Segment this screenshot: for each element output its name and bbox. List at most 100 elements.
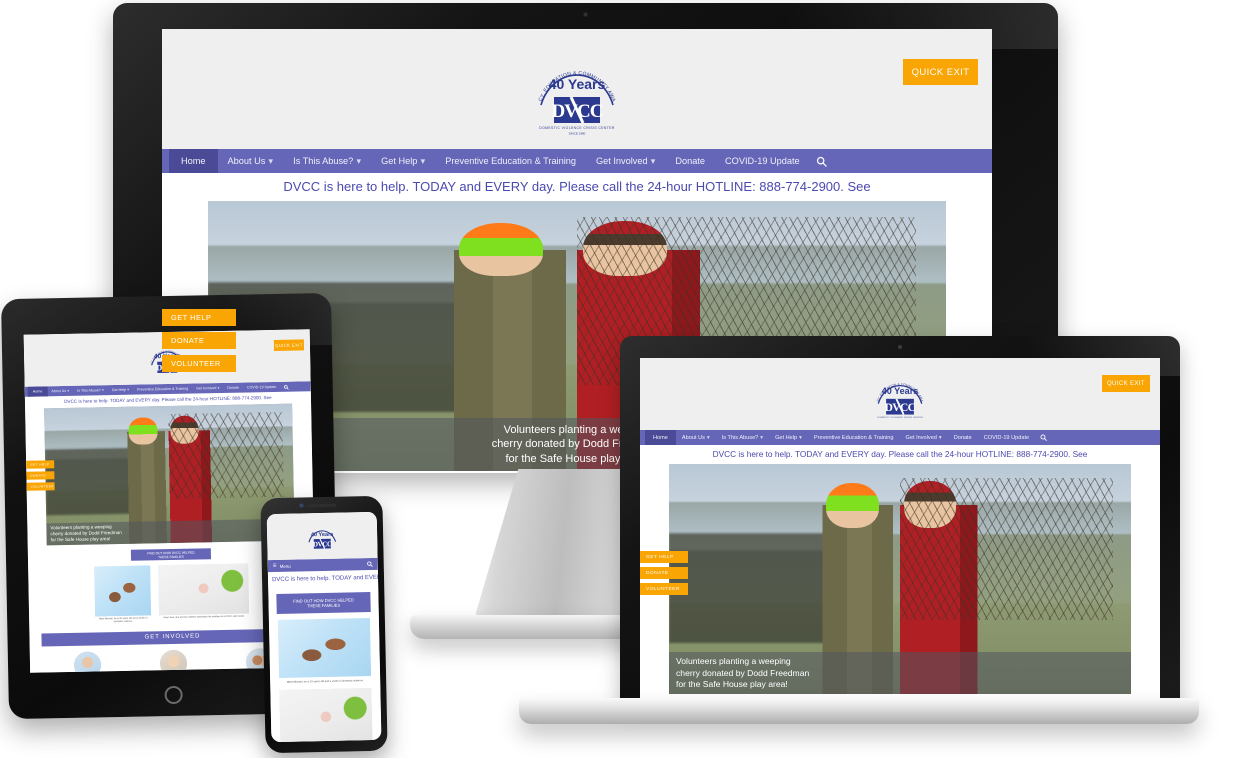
- cta-donate-button[interactable]: DONATE: [162, 332, 236, 349]
- cta-volunteer-button[interactable]: VOLUNTEER: [26, 482, 55, 491]
- chevron-down-icon: ▾: [356, 155, 362, 166]
- hotline-alert-banner[interactable]: DVCC is here to help. TODAY and EVERY da…: [640, 445, 1160, 464]
- svg-text:40 Years: 40 Years: [549, 76, 606, 92]
- website-laptop: ADVOCACY, EDUCATION & COMMUNITY AWARENES…: [640, 358, 1160, 702]
- nav-item-home[interactable]: Home: [169, 149, 218, 173]
- mobile-menu-label: Menu: [279, 563, 291, 569]
- cta-volunteer-button[interactable]: VOLUNTEER: [162, 355, 236, 372]
- quick-exit-button[interactable]: QUICK EXIT: [273, 339, 305, 351]
- chevron-down-icon: ▾: [268, 155, 274, 166]
- nav-item-covid-19-update[interactable]: COVID-19 Update: [243, 382, 280, 393]
- cta-donate-button[interactable]: DONATE: [26, 471, 55, 480]
- volunteer-photo-image: [73, 651, 101, 673]
- family-story-card[interactable]: Meet Michael, he is 10 years old and a v…: [94, 565, 152, 626]
- svg-text:DOMESTIC VIOLENCE CRISIS CENTE: DOMESTIC VIOLENCE CRISIS CENTER: [539, 126, 615, 130]
- nav-item-donate[interactable]: Donate: [948, 430, 978, 445]
- family-photo: [158, 563, 250, 616]
- nav-label: Get Involved: [196, 386, 217, 391]
- nav-item-donate[interactable]: Donate: [665, 149, 715, 173]
- cta-get-help-button[interactable]: GET HELP: [640, 551, 688, 563]
- hero-photo: Volunteers planting a weeping cherry don…: [44, 403, 295, 546]
- nav-item-covid-19-update[interactable]: COVID-19 Update: [715, 149, 810, 173]
- nav-item-is-this-abuse[interactable]: Is This Abuse? ▾: [716, 430, 769, 445]
- chevron-down-icon: ▾: [217, 386, 220, 391]
- nav-item-home[interactable]: Home: [27, 386, 48, 397]
- nav-label: Is This Abuse?: [721, 434, 759, 441]
- nav-item-home[interactable]: Home: [645, 430, 676, 445]
- nav-label: Donate: [675, 156, 706, 166]
- cta-button-stack: GET HELP DONATE VOLUNTEER: [162, 309, 236, 372]
- site-logo[interactable]: ADVOCACY, EDUCATION & COMMUNITY AWARENES…: [531, 41, 623, 137]
- cta-donate-button[interactable]: DONATE: [640, 567, 688, 579]
- nav-item-get-involved[interactable]: Get Involved ▾: [900, 430, 948, 445]
- cta-volunteer-button[interactable]: VOLUNTEER: [640, 583, 688, 595]
- get-involved-column-volunteer[interactable]: VOLUNTEER Volunteers are an integral par…: [59, 651, 116, 673]
- front-camera-icon: [299, 503, 304, 508]
- families-banner-line-2: THESE FAMILIES: [306, 602, 341, 609]
- nav-label: COVID-19 Update: [246, 384, 277, 390]
- nav-label: Get Involved: [595, 156, 648, 166]
- nav-item-about-us[interactable]: About Us ▾: [47, 386, 73, 396]
- site-logo[interactable]: ADVOCACY, EDUCATION & COMMUNITY AWARENES…: [872, 365, 928, 423]
- nav-item-get-help[interactable]: Get Help ▾: [371, 149, 435, 173]
- volunteer-photo: [73, 651, 101, 673]
- quick-exit-button[interactable]: QUICK EXIT: [903, 59, 978, 85]
- nav-items: Home About Us ▾ Is This Abuse? ▾ Get Hel…: [169, 149, 834, 173]
- chevron-down-icon: ▾: [650, 155, 656, 166]
- search-icon[interactable]: [367, 561, 373, 567]
- nav-label: Preventive Education & Training: [445, 156, 576, 166]
- find-out-how-dvcc-helped-button[interactable]: FIND OUT HOW DVCC HELPED THESE FAMILIES: [130, 548, 212, 561]
- nav-label: Get Help: [381, 156, 418, 166]
- search-icon[interactable]: [280, 382, 292, 392]
- family-photo-image: [158, 563, 250, 616]
- nav-label: Donate: [953, 434, 972, 441]
- get-involved-column-events[interactable]: EVENTS To make the fullest use of our co…: [145, 649, 202, 673]
- site-logo[interactable]: 40 Years DVCC: [305, 518, 340, 555]
- mobile-menu-button[interactable]: ☰ Menu: [273, 563, 291, 569]
- svg-text:ADVOCACY, EDUCATION & COMMUNIT: ADVOCACY, EDUCATION & COMMUNITY AWARENES…: [531, 41, 617, 103]
- family-story-card[interactable]: Meet Jess, she and her children celebrat…: [279, 688, 373, 743]
- search-icon[interactable]: [1035, 430, 1051, 445]
- nav-item-is-this-abuse[interactable]: Is This Abuse? ▾: [73, 385, 108, 396]
- site-header: ADVOCACY, EDUCATION & COMMUNITY AWARENES…: [640, 358, 1160, 430]
- nav-item-is-this-abuse[interactable]: Is This Abuse? ▾: [283, 149, 371, 173]
- nav-item-get-involved[interactable]: Get Involved ▾: [586, 149, 665, 173]
- nav-label: About Us: [51, 388, 67, 394]
- family-story-card[interactable]: Meet Jess, she and her children celebrat…: [158, 563, 250, 626]
- hotline-alert-banner[interactable]: DVCC is here to help. TODAY and EVERY da…: [162, 173, 992, 201]
- nav-item-get-help[interactable]: Get Help ▾: [769, 430, 808, 445]
- cta-get-help-button[interactable]: GET HELP: [162, 309, 236, 326]
- nav-label: Home: [653, 434, 668, 441]
- families-banner-line-2: THESE FAMILIES: [157, 554, 184, 559]
- nav-item-covid-19-update[interactable]: COVID-19 Update: [978, 430, 1035, 445]
- events-photo-image: [159, 649, 187, 673]
- nav-item-get-help[interactable]: Get Help ▾: [108, 385, 133, 395]
- quick-exit-button[interactable]: QUICK EXIT: [1102, 375, 1150, 392]
- nav-item-donate[interactable]: Donate: [223, 383, 243, 393]
- cta-button-stack: GET HELP DONATE VOLUNTEER: [640, 551, 688, 595]
- nav-item-about-us[interactable]: About Us ▾: [218, 149, 284, 173]
- nav-item-preventive-education-training[interactable]: Preventive Education & Training: [808, 430, 900, 445]
- hero-caption: Volunteers planting a weeping cherry don…: [669, 652, 1131, 694]
- svg-text:SINCE 1980: SINCE 1980: [569, 132, 586, 136]
- nav-label: Is This Abuse?: [293, 156, 354, 166]
- website-mobile: 40 Years DVCC ☰ Menu DVCC is here to hel…: [266, 511, 382, 743]
- search-icon[interactable]: [810, 149, 834, 173]
- nav-item-about-us[interactable]: About Us ▾: [676, 430, 716, 445]
- svg-text:DOMESTIC VIOLENCE CRISIS CENTE: DOMESTIC VIOLENCE CRISIS CENTER: [877, 417, 923, 419]
- cta-get-help-button[interactable]: GET HELP: [26, 460, 55, 469]
- nav-item-preventive-education-training[interactable]: Preventive Education & Training: [435, 149, 586, 173]
- chevron-down-icon: ▾: [799, 434, 802, 441]
- find-out-how-dvcc-helped-button[interactable]: FIND OUT HOW DVCC HELPED THESE FAMILIES: [276, 592, 371, 614]
- nav-item-get-involved[interactable]: Get Involved ▾: [192, 383, 223, 394]
- family-photo-image: [94, 565, 152, 617]
- device-phone: 40 Years DVCC ☰ Menu DVCC is here to hel…: [260, 495, 388, 754]
- nav-label: COVID-19 Update: [983, 434, 1030, 441]
- nav-label: Donate: [227, 385, 240, 390]
- nav-label: Is This Abuse?: [77, 388, 101, 393]
- hotline-alert-banner[interactable]: DVCC is here to help. TODAY and EVERY da…: [268, 570, 378, 588]
- family-story-card[interactable]: Meet Michael, he is 10 years old and a v…: [277, 618, 372, 690]
- nav-label: Get Help: [775, 434, 798, 441]
- main-navigation: Home About Us ▾ Is This Abuse? ▾ Get Hel…: [640, 430, 1160, 445]
- logo-arc-graphic: ADVOCACY, EDUCATION & COMMUNITY AWARENES…: [872, 365, 924, 419]
